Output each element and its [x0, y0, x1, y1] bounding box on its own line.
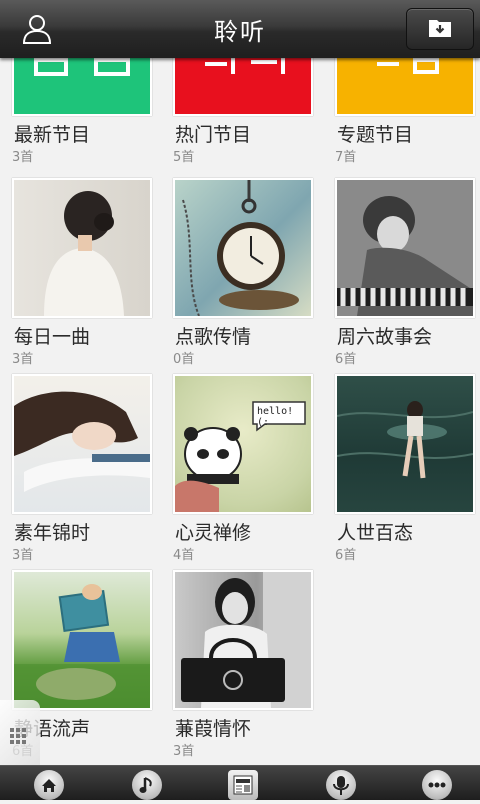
download-folder-icon [429, 20, 451, 37]
tile-photo-reading-grass [12, 570, 152, 710]
tile-photo-girl-in-water [335, 374, 475, 514]
bottom-nav-bar [0, 765, 480, 800]
photo-illustration [337, 401, 473, 479]
photo-illustration [337, 180, 473, 316]
tile-count: 3首 [12, 548, 34, 563]
tile-name: 心灵禅修 [175, 522, 252, 544]
tile-count: 0首 [173, 352, 195, 367]
photo-illustration [182, 180, 299, 316]
tile-name: 周六故事会 [337, 326, 433, 348]
tile-cover [335, 58, 475, 116]
tile-name: 专题节目 [337, 124, 414, 146]
download-folder-button[interactable] [406, 8, 474, 50]
photo-illustration [14, 584, 150, 708]
tile-photo-girl-with-bag [173, 570, 313, 710]
nav-home[interactable] [34, 770, 64, 800]
hello-bubble-text: hello! (: [257, 406, 294, 428]
program-grid: 最新节目 3首 热门节目 5首 专题节目 7首 每日一曲 3首 点歌传情 0首 … [0, 58, 480, 766]
cover-pattern [34, 58, 130, 76]
photo-illustration [14, 391, 150, 492]
tile-cover [12, 58, 152, 116]
tile-name: 人世百态 [337, 522, 414, 544]
photo-illustration [175, 401, 306, 512]
tile-count: 7首 [335, 150, 357, 165]
tile-name: 每日一曲 [14, 326, 91, 348]
tile-name: 蒹葭情怀 [175, 718, 252, 740]
cover-pattern [205, 58, 285, 74]
nav-more[interactable] [422, 770, 452, 800]
tile-cover [173, 58, 313, 116]
nav-microphone[interactable] [326, 770, 356, 800]
tile-photo-piano-boy [335, 178, 475, 318]
tile-count: 5首 [173, 150, 195, 165]
tile-name: 最新节目 [14, 124, 91, 146]
more-icon [428, 782, 446, 788]
nav-news[interactable] [228, 770, 258, 800]
tile-count: 6首 [335, 548, 357, 563]
cover-pattern [377, 58, 439, 74]
tile-name: 热门节目 [175, 124, 252, 146]
tile-name: 点歌传情 [175, 326, 252, 348]
tile-count: 4首 [173, 548, 195, 563]
top-bar: 聆听 [0, 0, 480, 58]
music-note-icon [139, 777, 152, 793]
home-icon [42, 779, 56, 792]
nav-music[interactable] [132, 770, 162, 800]
corner-menu-tab[interactable] [0, 700, 40, 766]
tile-photo-sleeping-girl [12, 374, 152, 514]
tile-count: 3首 [173, 744, 195, 759]
photo-illustration [181, 572, 311, 708]
photo-illustration [44, 191, 124, 316]
tile-name: 素年锦时 [14, 522, 91, 544]
tile-photo-pocket-watch [173, 178, 313, 318]
tile-count: 6首 [335, 352, 357, 367]
tile-count: 3首 [12, 150, 34, 165]
news-icon [233, 775, 253, 795]
tile-count: 3首 [12, 352, 34, 367]
tile-photo-girl-back [12, 178, 152, 318]
tile-photo-panda-hello: hello! (: [173, 374, 313, 514]
grid-menu-icon [10, 728, 26, 744]
microphone-icon [333, 776, 349, 795]
